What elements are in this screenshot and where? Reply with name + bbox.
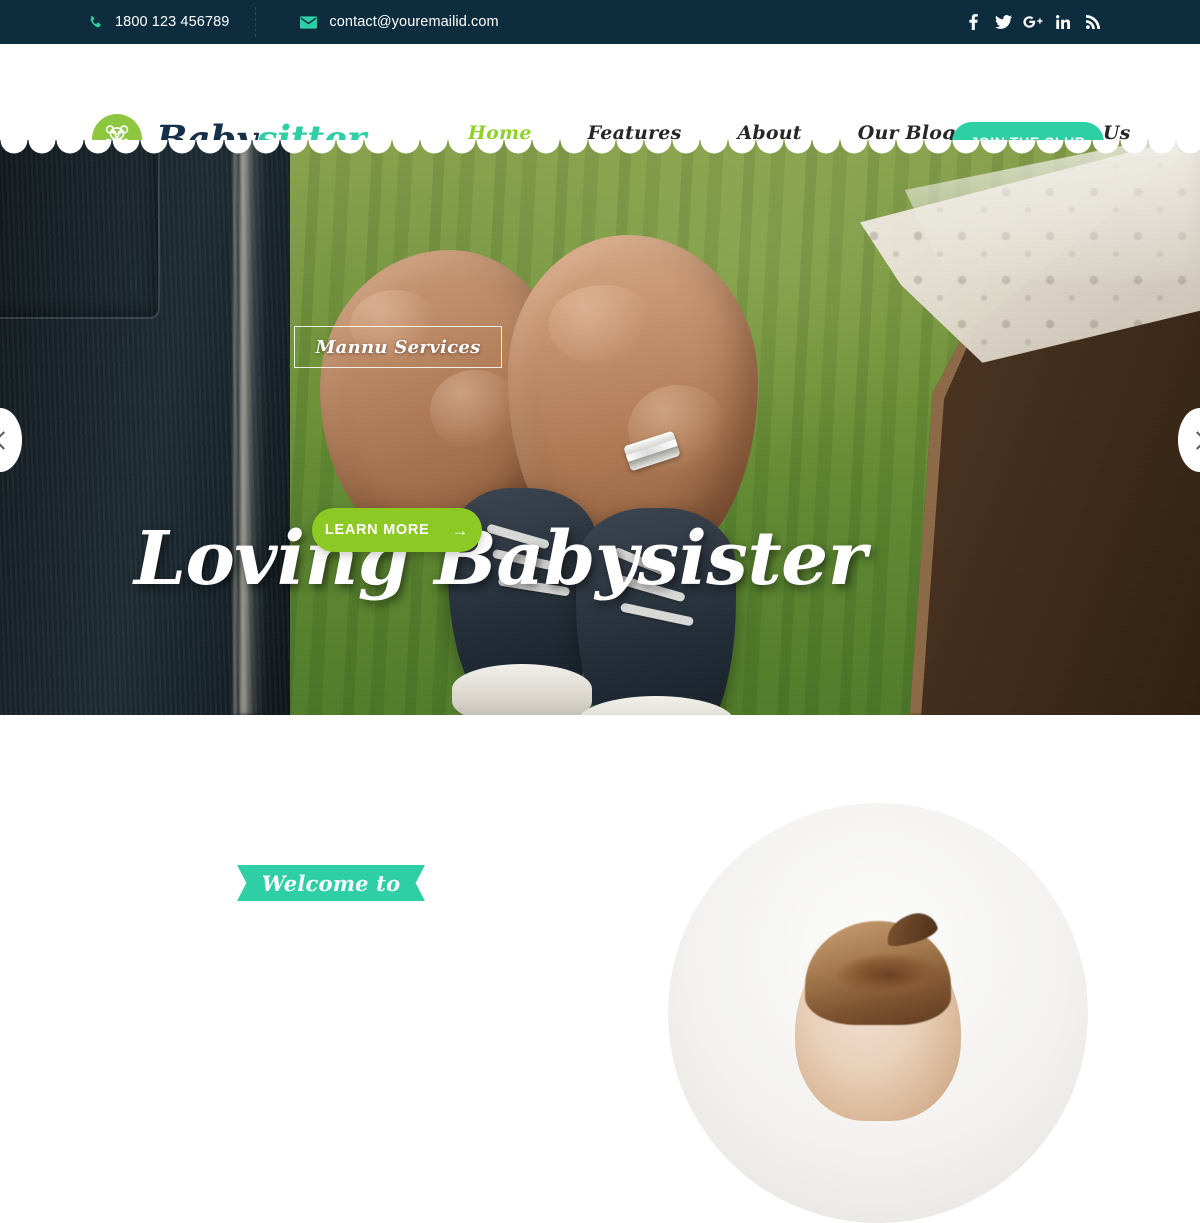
- linkedin-icon[interactable]: [1048, 7, 1078, 37]
- envelope-icon: [300, 15, 318, 29]
- twitter-icon[interactable]: [988, 7, 1018, 37]
- email-contact[interactable]: contact@youremailid.com: [255, 7, 524, 37]
- welcome-section: Welcome to: [0, 715, 1200, 1223]
- google-plus-icon[interactable]: [1018, 7, 1048, 37]
- email-address: contact@youremailid.com: [329, 14, 499, 30]
- phone-number: 1800 123 456789: [115, 14, 230, 30]
- top-bar: 1800 123 456789 contact@youremailid.com: [0, 0, 1200, 44]
- contact-group: 1800 123 456789 contact@youremailid.com: [88, 0, 525, 44]
- hero-eyebrow: Mannu Services: [294, 326, 502, 368]
- top-bar-inner: 1800 123 456789 contact@youremailid.com: [0, 0, 1200, 44]
- chevron-right-icon: [1187, 430, 1200, 450]
- phone-contact[interactable]: 1800 123 456789: [88, 0, 255, 44]
- phone-icon: [88, 15, 103, 30]
- welcome-ribbon: Welcome to: [237, 865, 425, 901]
- site-header: Babysitter Home Features About Our Blog …: [0, 44, 1200, 164]
- hero-content: Mannu Services Loving Babysister LEARN M…: [0, 140, 1200, 715]
- baby-image-vignette: [668, 803, 1088, 1223]
- rss-icon[interactable]: [1078, 7, 1108, 37]
- facebook-icon[interactable]: [958, 7, 988, 37]
- learn-more-button[interactable]: LEARN MORE →: [312, 508, 482, 552]
- welcome-baby-image: [668, 803, 1088, 1223]
- hero-carousel: Mannu Services Loving Babysister LEARN M…: [0, 140, 1200, 715]
- social-links: [958, 7, 1108, 37]
- welcome-ribbon-label: Welcome to: [237, 865, 425, 901]
- chevron-left-icon: [0, 430, 13, 450]
- arrow-right-icon: →: [451, 520, 470, 540]
- learn-more-label: LEARN MORE: [324, 522, 430, 538]
- hero-title: Loving Babysister: [134, 516, 867, 602]
